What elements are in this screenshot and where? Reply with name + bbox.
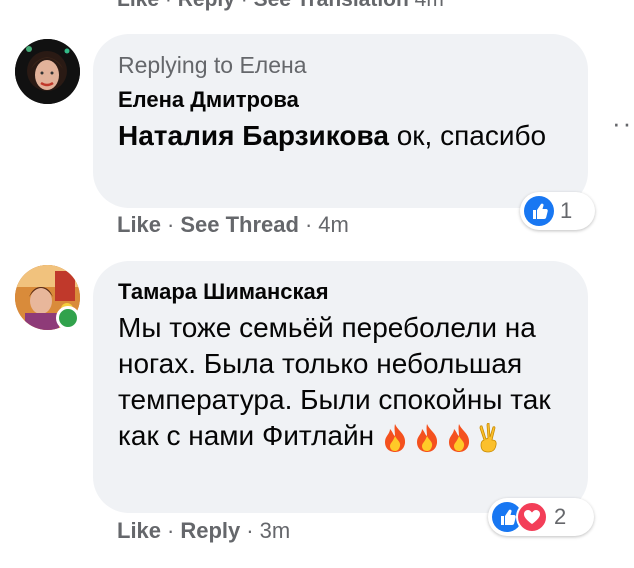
fire-emoji <box>449 423 470 452</box>
comment-text: Наталия Барзикова ок, спасибо <box>118 118 558 154</box>
fire-emoji <box>385 423 406 452</box>
replying-to-label[interactable]: Replying to Елена <box>118 52 307 79</box>
see-thread-link[interactable]: See Thread <box>180 212 299 237</box>
comment-body: ок, спасибо <box>388 120 547 151</box>
comment-actions: Like · Reply · 3m <box>117 518 290 544</box>
like-link[interactable]: Like <box>117 212 161 237</box>
mention-link[interactable]: Наталия Барзикова <box>118 120 389 151</box>
like-link[interactable]: Like <box>117 0 159 11</box>
see-translation-link[interactable]: See Translation <box>254 0 409 11</box>
previous-comment-actions: Like · Reply · See Translation 4m <box>117 0 444 12</box>
online-status-indicator <box>56 306 80 330</box>
separator: · <box>246 518 254 543</box>
separator: · <box>241 0 248 11</box>
separator: · <box>167 212 175 237</box>
like-link[interactable]: Like <box>117 518 161 543</box>
avatar[interactable] <box>15 39 80 104</box>
more-options-icon[interactable]: ··· <box>612 108 634 139</box>
reaction-summary[interactable]: 1 <box>520 192 595 230</box>
reaction-count: 1 <box>560 198 573 223</box>
fire-emoji <box>417 423 438 452</box>
reply-link[interactable]: Reply <box>178 0 235 11</box>
comment-text: Мы тоже семьёй переболели на ногах. Была… <box>118 310 568 454</box>
comment-time[interactable]: 4m <box>318 212 349 237</box>
reply-link[interactable]: Reply <box>180 518 240 543</box>
reaction-summary[interactable]: 2 <box>488 498 594 536</box>
love-reaction-icon <box>516 501 548 533</box>
profile-photo <box>15 39 80 104</box>
separator: · <box>304 212 313 237</box>
like-reaction-icon <box>524 196 554 226</box>
comment-author[interactable]: Елена Дмитрова <box>118 87 299 113</box>
victory-hand-emoji <box>479 422 497 453</box>
comment-author[interactable]: Тамара Шиманская <box>118 279 329 305</box>
reaction-count: 2 <box>554 504 567 529</box>
separator: · <box>167 518 175 543</box>
emoji-group <box>382 422 500 453</box>
comment-actions: Like · See Thread · 4m <box>117 212 349 238</box>
separator: · <box>165 0 172 11</box>
comment-time[interactable]: 3m <box>260 518 291 543</box>
comment-time[interactable]: 4m <box>415 0 444 11</box>
